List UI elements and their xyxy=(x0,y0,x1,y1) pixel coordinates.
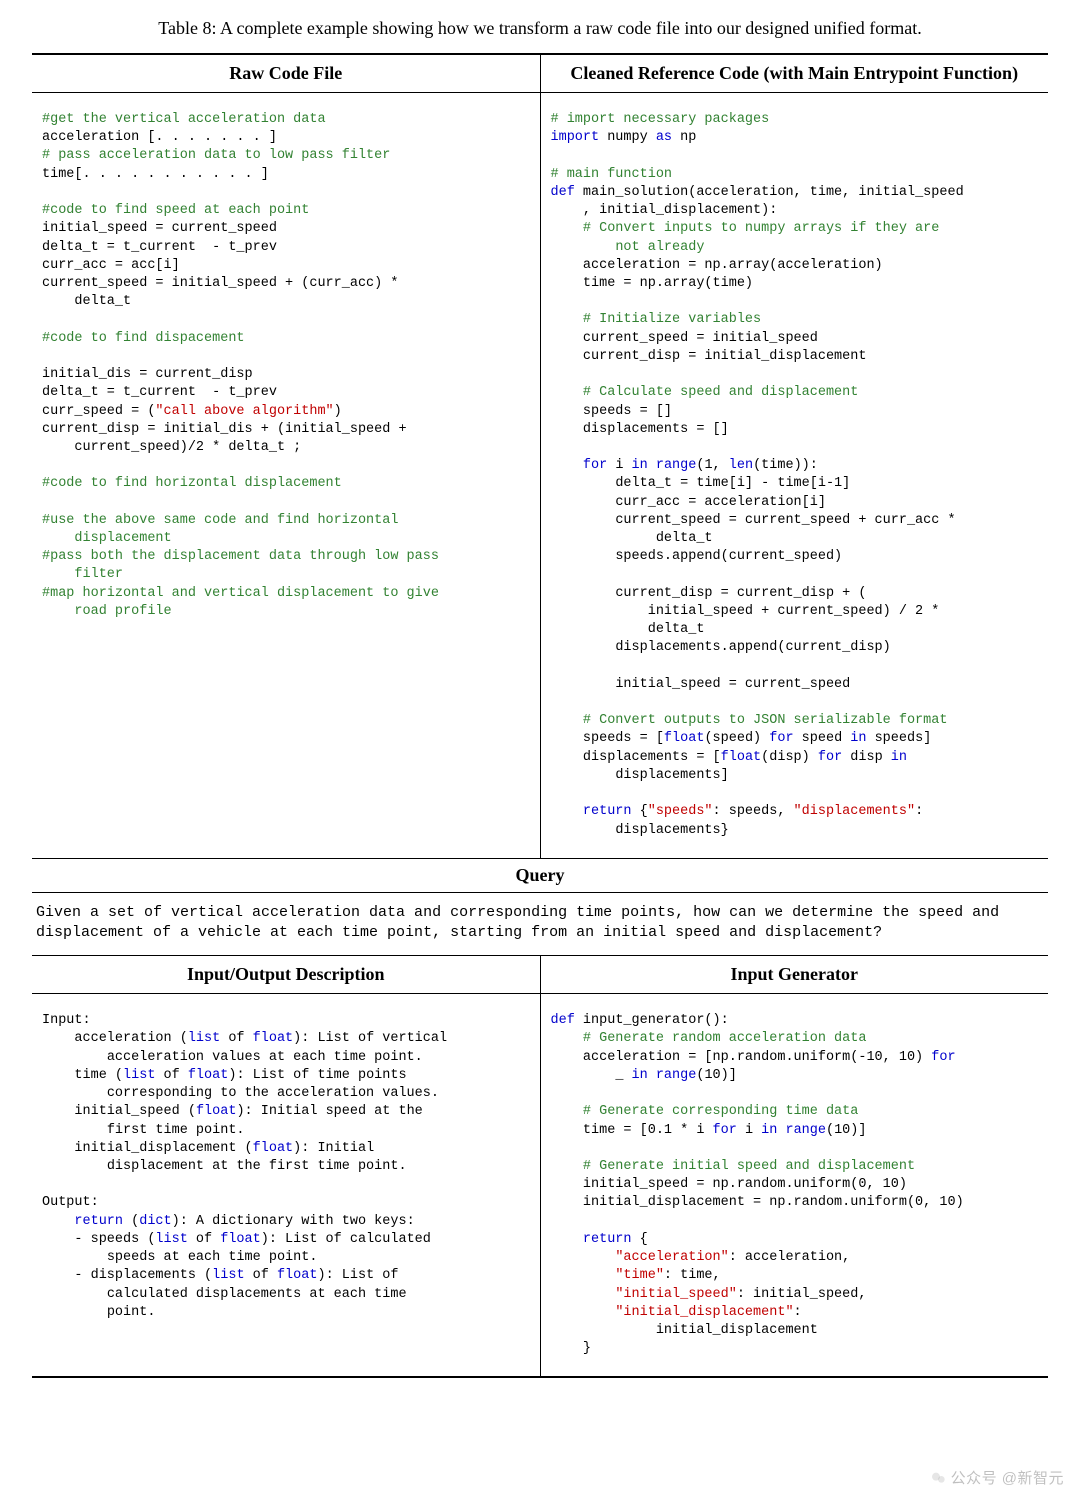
watermark-right: @新智元 xyxy=(1002,1470,1064,1487)
cleaned-code: # import necessary packages import numpy… xyxy=(551,111,1039,840)
io-desc-cell: Input: acceleration (list of float): Lis… xyxy=(32,994,540,1376)
code-columns-top: #get the vertical acceleration data acce… xyxy=(32,93,1048,858)
table-caption: Table 8: A complete example showing how … xyxy=(32,18,1048,39)
cleaned-code-cell: # import necessary packages import numpy… xyxy=(541,93,1049,858)
input-generator-cell: def input_generator(): # Generate random… xyxy=(541,994,1049,1376)
header-cleaned-code: Cleaned Reference Code (with Main Entryp… xyxy=(541,55,1049,92)
query-text: Given a set of vertical acceleration dat… xyxy=(32,893,1048,956)
input-generator: def input_generator(): # Generate random… xyxy=(551,1012,1039,1358)
rule-bottom xyxy=(32,1376,1048,1378)
header-row-bottom: Input/Output Description Input Generator xyxy=(32,956,1048,993)
io-desc: Input: acceleration (list of float): Lis… xyxy=(42,1012,530,1322)
watermark-left: 公众号 xyxy=(951,1470,998,1487)
raw-code: #get the vertical acceleration data acce… xyxy=(42,111,530,621)
query-header: Query xyxy=(32,859,1048,892)
header-row-top: Raw Code File Cleaned Reference Code (wi… xyxy=(32,55,1048,92)
wechat-icon xyxy=(930,1470,946,1486)
code-columns-bottom: Input: acceleration (list of float): Lis… xyxy=(32,994,1048,1376)
header-io-desc: Input/Output Description xyxy=(32,956,540,993)
watermark: 公众号 @新智元 xyxy=(930,1467,1064,1488)
header-raw-code: Raw Code File xyxy=(32,55,540,92)
header-input-generator: Input Generator xyxy=(541,956,1049,993)
raw-code-cell: #get the vertical acceleration data acce… xyxy=(32,93,540,858)
